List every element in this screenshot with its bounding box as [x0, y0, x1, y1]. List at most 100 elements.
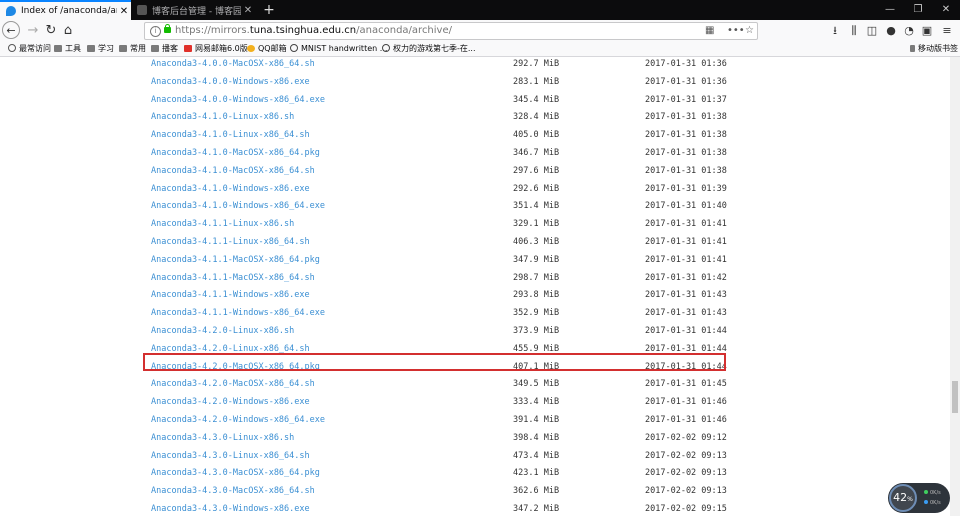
navigation-toolbar: ← → ↻ ⌂ i https://mirrors.tuna.tsinghua.…: [0, 20, 960, 42]
network-monitor-widget[interactable]: 42% 0K/s 0K/s: [888, 483, 950, 513]
file-date: 2017-02-02 09:15: [645, 504, 727, 514]
back-button[interactable]: ←: [2, 21, 20, 39]
file-link[interactable]: Anaconda3-4.1.0-Linux-x86_64.sh: [151, 126, 310, 144]
file-link[interactable]: Anaconda3-4.0.0-MacOSX-x86_64.sh: [151, 57, 315, 73]
file-link[interactable]: Anaconda3-4.1.0-Windows-x86_64.exe: [151, 197, 325, 215]
site-info-icon[interactable]: i: [150, 26, 161, 37]
file-link[interactable]: Anaconda3-4.2.0-Windows-x86.exe: [151, 393, 310, 411]
file-link[interactable]: Anaconda3-4.1.0-MacOSX-x86_64.pkg: [151, 144, 320, 162]
file-link[interactable]: Anaconda3-4.1.1-MacOSX-x86_64.sh: [151, 269, 315, 287]
page-actions-icon[interactable]: •••: [727, 23, 745, 39]
tab-blog-admin[interactable]: 博客后台管理 - 博客园 ✕: [131, 0, 255, 20]
file-date: 2017-01-31 01:46: [645, 415, 727, 425]
file-link[interactable]: Anaconda3-4.1.0-Linux-x86.sh: [151, 108, 294, 126]
file-link[interactable]: Anaconda3-4.2.0-Linux-x86.sh: [151, 322, 294, 340]
file-size: 373.9 MiB: [513, 326, 560, 336]
home-button[interactable]: ⌂: [58, 20, 78, 42]
mobile-icon: [910, 45, 915, 52]
file-size: 292.7 MiB: [513, 59, 560, 69]
vertical-scrollbar[interactable]: [950, 57, 960, 516]
file-link[interactable]: Anaconda3-4.3.0-Windows-x86.exe: [151, 500, 310, 516]
file-row: Anaconda3-4.3.0-MacOSX-x86_64.pkg 423.1 M…: [0, 464, 950, 482]
file-date: 2017-01-31 01:41: [645, 254, 727, 265]
folder-icon: [151, 45, 159, 52]
bookmark-folder-common[interactable]: 常用: [119, 42, 146, 56]
bookmark-mnist[interactable]: MNIST handwritten ...: [290, 42, 387, 56]
file-date: 2017-02-02 09:13: [645, 450, 727, 461]
file-link[interactable]: Anaconda3-4.3.0-Linux-x86.sh: [151, 429, 294, 447]
bookmark-got-s7[interactable]: 权力的游戏第七季-在...: [382, 42, 476, 56]
close-tab-icon[interactable]: ✕: [241, 5, 255, 16]
bookmark-folder-blog[interactable]: 播客: [151, 42, 178, 56]
file-row: Anaconda3-4.1.0-Linux-x86_64.sh 405.0 MiB…: [0, 126, 950, 144]
file-link[interactable]: Anaconda3-4.3.0-MacOSX-x86_64.sh: [151, 482, 315, 500]
folder-icon: [54, 45, 62, 52]
file-row: Anaconda3-4.1.1-MacOSX-x86_64.sh 298.7 Mi…: [0, 269, 950, 287]
file-date: 2017-01-31 01:41: [645, 237, 727, 247]
close-tab-icon[interactable]: ✕: [117, 6, 131, 17]
chat-extension-icon[interactable]: ●: [882, 20, 900, 42]
file-link[interactable]: Anaconda3-4.0.0-Windows-x86.exe: [151, 73, 310, 91]
bookmark-mobile[interactable]: 移动版书签: [910, 42, 958, 56]
file-link[interactable]: Anaconda3-4.1.1-Linux-x86.sh: [151, 215, 294, 233]
file-link[interactable]: Anaconda3-4.1.0-MacOSX-x86_64.sh: [151, 162, 315, 180]
file-row: Anaconda3-4.0.0-MacOSX-x86_64.sh 292.7 Mi…: [0, 57, 950, 73]
address-bar[interactable]: i https://mirrors.tuna.tsinghua.edu.cn/a…: [144, 22, 758, 40]
bookmark-folder-study[interactable]: 学习: [87, 42, 114, 56]
lock-icon[interactable]: [164, 24, 171, 33]
new-tab-icon[interactable]: +: [260, 0, 278, 20]
file-row: Anaconda3-4.3.0-Linux-x86_64.sh 473.4 MiB…: [0, 447, 950, 465]
file-link[interactable]: Anaconda3-4.2.0-MacOSX-x86_64.sh: [151, 375, 315, 393]
bookmark-star-icon[interactable]: ☆: [745, 23, 754, 39]
file-link[interactable]: Anaconda3-4.1.1-MacOSX-x86_64.pkg: [151, 251, 320, 269]
bookmark-qq-mail[interactable]: QQ邮箱: [247, 42, 287, 56]
file-size: 283.1 MiB: [513, 76, 560, 87]
screenshot-extension-icon[interactable]: ▣: [918, 20, 936, 42]
minimize-icon[interactable]: —: [876, 0, 904, 20]
qr-code-icon[interactable]: ▦: [705, 23, 714, 39]
download-speed: 0K/s: [924, 500, 941, 506]
menu-icon[interactable]: ≡: [938, 20, 956, 42]
file-date: 2017-01-31 01:38: [645, 165, 727, 176]
file-date: 2017-01-31 01:38: [645, 148, 727, 158]
url-text[interactable]: https://mirrors.tuna.tsinghua.edu.cn/ana…: [175, 23, 452, 39]
file-date: 2017-01-31 01:42: [645, 272, 727, 283]
bookmark-most-visited[interactable]: 最常访问: [8, 42, 51, 56]
downloads-icon[interactable]: ⭳: [826, 20, 844, 42]
bookmark-folder-tools[interactable]: 工具: [54, 42, 81, 56]
file-date: 2017-01-31 01:39: [645, 183, 727, 194]
file-row: Anaconda3-4.1.0-MacOSX-x86_64.pkg 346.7 M…: [0, 144, 950, 162]
extension-icon[interactable]: ◔: [900, 20, 918, 42]
file-date: 2017-01-31 01:45: [645, 379, 727, 390]
file-row: Anaconda3-4.2.0-Windows-x86_64.exe 391.4 …: [0, 411, 950, 429]
file-link[interactable]: Anaconda3-4.2.0-Windows-x86_64.exe: [151, 411, 325, 429]
file-date: 2017-01-31 01:40: [645, 201, 727, 212]
close-window-icon[interactable]: ✕: [932, 0, 960, 20]
library-icon[interactable]: ⫼: [845, 20, 863, 42]
file-row: Anaconda3-4.2.0-Linux-x86.sh 373.9 MiB 201…: [0, 322, 950, 340]
file-row: Anaconda3-4.1.1-Windows-x86_64.exe 352.9 …: [0, 304, 950, 322]
scrollbar-thumb[interactable]: [952, 381, 958, 413]
file-link[interactable]: Anaconda3-4.1.1-Linux-x86_64.sh: [151, 233, 310, 251]
tuna-favicon-icon: [6, 6, 16, 16]
file-row: Anaconda3-4.1.1-Linux-x86.sh 329.1 MiB 201…: [0, 215, 950, 233]
usage-gauge: 42%: [889, 484, 917, 512]
restore-icon[interactable]: ❐: [904, 0, 932, 20]
file-row: Anaconda3-4.1.0-Linux-x86.sh 328.4 MiB 201…: [0, 108, 950, 126]
file-link[interactable]: Anaconda3-4.3.0-MacOSX-x86_64.pkg: [151, 464, 320, 482]
file-date: 2017-01-31 01:37: [645, 94, 727, 105]
file-link[interactable]: Anaconda3-4.1.1-Windows-x86_64.exe: [151, 304, 325, 322]
forward-button[interactable]: →: [23, 20, 43, 42]
gear-icon: [8, 44, 16, 52]
sidebar-icon[interactable]: ◫: [863, 20, 881, 42]
file-size: 347.2 MiB: [513, 504, 560, 514]
file-link[interactable]: Anaconda3-4.1.1-Windows-x86.exe: [151, 286, 310, 304]
folder-icon: [119, 45, 127, 52]
highlighted-file-box: [143, 353, 726, 371]
bookmark-163-mail[interactable]: 网易邮箱6.0版: [184, 42, 248, 56]
file-link[interactable]: Anaconda3-4.0.0-Windows-x86_64.exe: [151, 91, 325, 109]
file-link[interactable]: Anaconda3-4.1.0-Windows-x86.exe: [151, 180, 310, 198]
tab-anaconda-archive[interactable]: Index of /anaconda/archive/ ✕: [0, 0, 131, 20]
file-link[interactable]: Anaconda3-4.3.0-Linux-x86_64.sh: [151, 447, 310, 465]
file-size: 347.9 MiB: [513, 254, 560, 265]
